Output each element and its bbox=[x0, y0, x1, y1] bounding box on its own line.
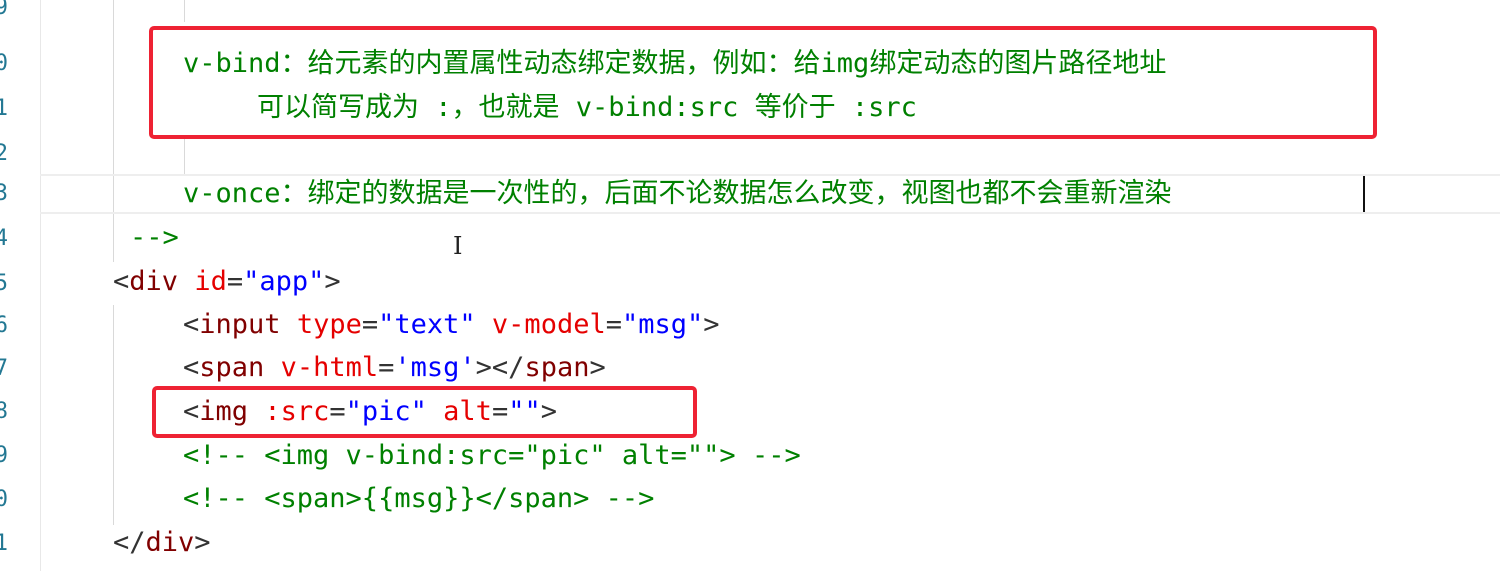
vonce-keyword: v-once bbox=[183, 178, 281, 209]
angle-bracket: > bbox=[194, 527, 211, 558]
tag-name: div bbox=[145, 527, 195, 558]
equals: = bbox=[378, 352, 395, 383]
angle-bracket: > bbox=[589, 352, 606, 383]
code-line-div-close[interactable]: </div> bbox=[113, 526, 211, 560]
indent-guide bbox=[184, 138, 185, 174]
angle-bracket: < bbox=[183, 352, 200, 383]
tag-name: span bbox=[199, 352, 265, 383]
line-number: 4 bbox=[0, 226, 8, 251]
code-line-input[interactable]: <input type="text" v-model="msg"> bbox=[183, 308, 720, 342]
attr-name: type bbox=[296, 309, 362, 340]
angle-bracket: > bbox=[324, 266, 341, 297]
equals: = bbox=[361, 309, 379, 340]
tag-name: span bbox=[524, 352, 590, 383]
attr-value: 'msg' bbox=[394, 352, 476, 383]
vbind-highlight-box bbox=[149, 26, 1377, 139]
line-number: 0 bbox=[0, 51, 8, 76]
line-number: 9 bbox=[0, 0, 8, 20]
line-number: 1 bbox=[0, 96, 8, 121]
line-number-gutter: 9 0 1 2 3 4 5 6 7 8 9 0 1 bbox=[0, 0, 41, 571]
attr-name: v-html bbox=[280, 352, 379, 383]
line-number: 6 bbox=[0, 313, 8, 338]
tag-name: div bbox=[129, 266, 179, 297]
attr-value: "text" bbox=[378, 309, 476, 340]
indent-guide bbox=[113, 0, 114, 262]
angle-bracket: > bbox=[703, 309, 720, 340]
line-number: 1 bbox=[0, 531, 8, 556]
angle-bracket: ></ bbox=[475, 352, 525, 383]
equals: = bbox=[226, 266, 244, 297]
code-line-span[interactable]: <span v-html='msg'></span> bbox=[183, 351, 606, 385]
tag-name: input bbox=[199, 309, 281, 340]
line-number: 7 bbox=[0, 356, 8, 381]
code-line-span-comment[interactable]: <!-- <span>{{msg}}</span> --> bbox=[183, 482, 654, 516]
line-number: 8 bbox=[0, 399, 8, 424]
code-line-comment-close[interactable]: --> bbox=[130, 221, 179, 255]
code-line-vonce-comment[interactable]: v-once：绑定的数据是一次性的，后面不论数据怎么改变，视图也都不会重新渲染 bbox=[183, 177, 1172, 211]
attr-value: "msg" bbox=[621, 309, 704, 340]
img-highlight-box bbox=[152, 386, 697, 438]
attr-value: "app" bbox=[243, 266, 325, 297]
line-number: 9 bbox=[0, 443, 8, 468]
angle-bracket: < bbox=[183, 309, 200, 340]
angle-bracket: < bbox=[113, 266, 130, 297]
code-line-img-comment[interactable]: <!-- <img v-bind:src="pic" alt=""> --> bbox=[183, 439, 801, 473]
angle-bracket: </ bbox=[113, 527, 146, 558]
equals: = bbox=[605, 309, 622, 340]
indent-guide bbox=[184, 0, 185, 22]
mouse-ibeam-icon: I bbox=[453, 232, 463, 260]
line-number: 3 bbox=[0, 181, 8, 206]
text-caret bbox=[1363, 176, 1365, 212]
attr-name: v-model bbox=[491, 309, 606, 340]
line-number: 2 bbox=[0, 141, 8, 166]
line-number: 5 bbox=[0, 271, 8, 296]
line-number: 0 bbox=[0, 487, 8, 512]
attr-name: id bbox=[194, 266, 227, 297]
indent-guide bbox=[113, 305, 114, 525]
code-line-div-open[interactable]: <div id="app"> bbox=[113, 265, 341, 299]
vonce-text: ：绑定的数据是一次性的，后面不论数据怎么改变，视图也都不会重新渲染 bbox=[280, 178, 1172, 209]
